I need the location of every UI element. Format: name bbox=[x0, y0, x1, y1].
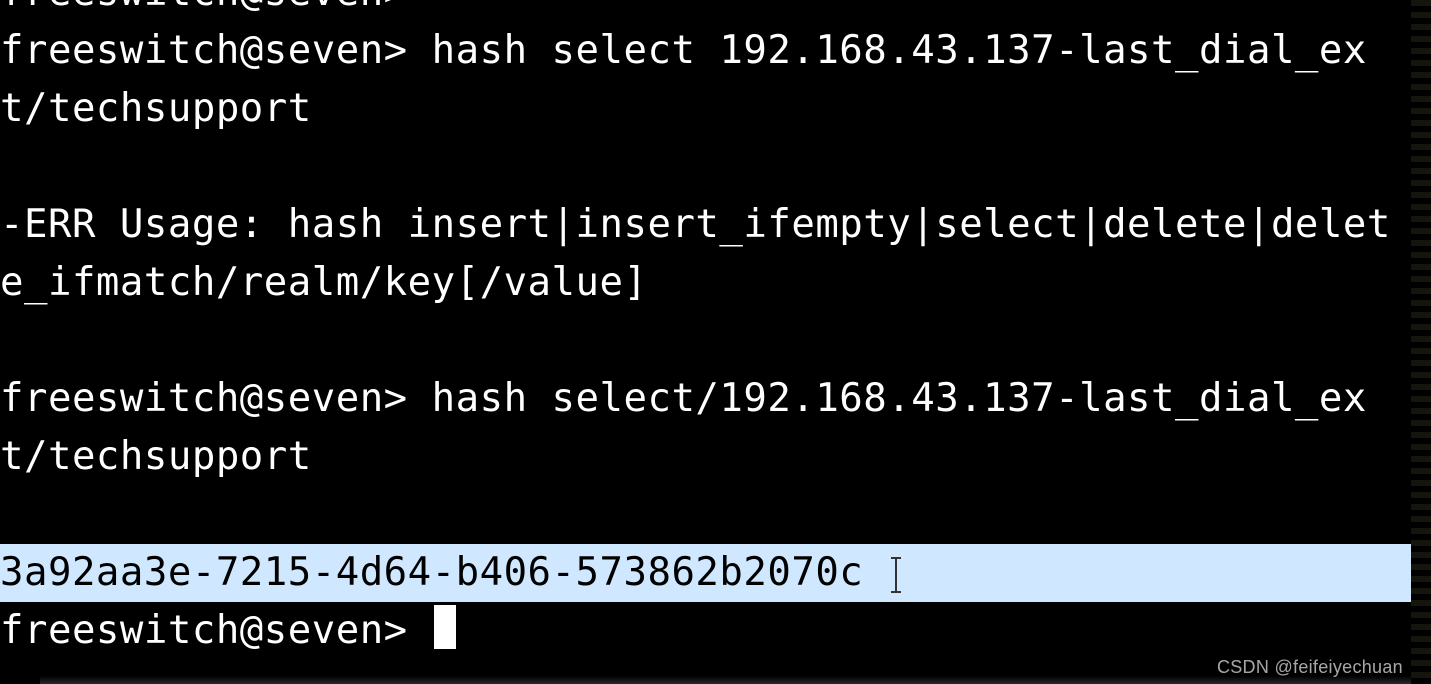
block-cursor-icon bbox=[434, 605, 456, 649]
right-scroll-strip bbox=[1411, 0, 1431, 684]
terminal-prompt[interactable]: freeswitch@seven> bbox=[0, 602, 1411, 660]
terminal-blank-line bbox=[0, 138, 1411, 196]
terminal-line: freeswitch@seven> hash select 192.168.43… bbox=[0, 22, 1411, 138]
csdn-watermark: CSDN @feifeiyechuan bbox=[1217, 657, 1403, 678]
terminal-line: freeswitch@seven> bbox=[0, 0, 1411, 22]
terminal-line: -ERR Usage: hash insert|insert_ifempty|s… bbox=[0, 196, 1411, 312]
terminal-output[interactable]: freeswitch@seven>freeswitch@seven> hash … bbox=[0, 0, 1411, 648]
text-caret-icon bbox=[887, 555, 905, 595]
terminal-line: freeswitch@seven> hash select/192.168.43… bbox=[0, 370, 1411, 486]
terminal-blank-line bbox=[0, 486, 1411, 544]
bottom-shadow bbox=[40, 676, 1411, 684]
terminal-highlighted-line[interactable]: 3a92aa3e-7215-4d64-b406-573862b2070c bbox=[0, 544, 1411, 602]
terminal-blank-line bbox=[0, 312, 1411, 370]
